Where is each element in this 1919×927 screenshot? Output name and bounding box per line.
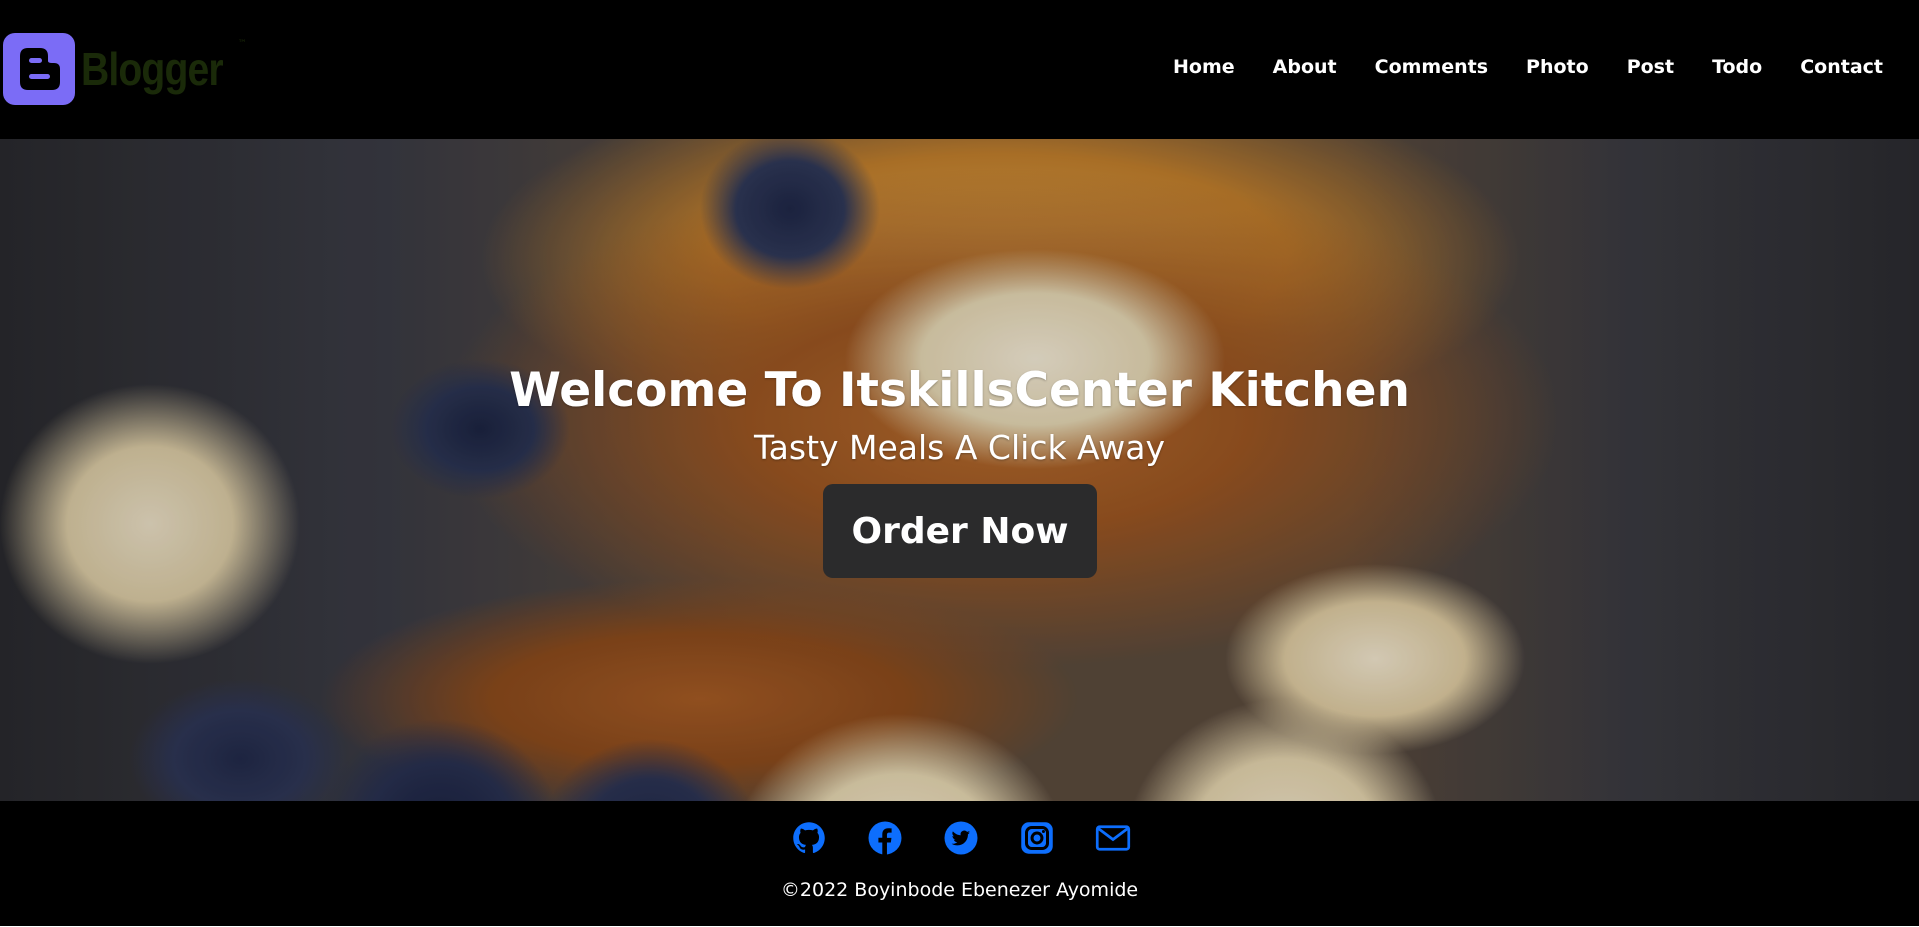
github-icon[interactable] <box>791 820 827 856</box>
copyright-text: ©2022 Boyinbode Ebenezer Ayomide <box>780 879 1139 901</box>
logo-trademark: ™ <box>237 39 247 49</box>
blogger-logo[interactable]: Blogger ™ <box>3 33 247 105</box>
main-nav: Home About Comments Photo Post Todo Cont… <box>1154 56 1883 78</box>
site-footer: ©2022 Boyinbode Ebenezer Ayomide <box>0 801 1919 926</box>
logo-text: Blogger <box>81 43 224 95</box>
nav-post[interactable]: Post <box>1608 56 1693 78</box>
hero-title: Welcome To ItskillsCenter Kitchen <box>509 363 1410 418</box>
nav-home[interactable]: Home <box>1154 56 1254 78</box>
mail-icon[interactable] <box>1095 820 1131 856</box>
blogger-logo-icon <box>3 33 75 105</box>
nav-comments[interactable]: Comments <box>1356 56 1507 78</box>
hero-subtitle: Tasty Meals A Click Away <box>753 428 1166 467</box>
site-header: Blogger ™ Home About Comments Photo Post… <box>0 0 1919 139</box>
nav-photo[interactable]: Photo <box>1507 56 1608 78</box>
order-now-button[interactable]: Order Now <box>823 484 1097 578</box>
nav-contact[interactable]: Contact <box>1781 56 1883 78</box>
social-links <box>0 820 1919 856</box>
hero-content: Welcome To ItskillsCenter Kitchen Tasty … <box>0 139 1919 801</box>
hero-section: Welcome To ItskillsCenter Kitchen Tasty … <box>0 139 1919 801</box>
nav-todo[interactable]: Todo <box>1693 56 1781 78</box>
nav-about[interactable]: About <box>1254 56 1356 78</box>
instagram-icon[interactable] <box>1019 820 1055 856</box>
twitter-icon[interactable] <box>943 820 979 856</box>
facebook-icon[interactable] <box>867 820 903 856</box>
